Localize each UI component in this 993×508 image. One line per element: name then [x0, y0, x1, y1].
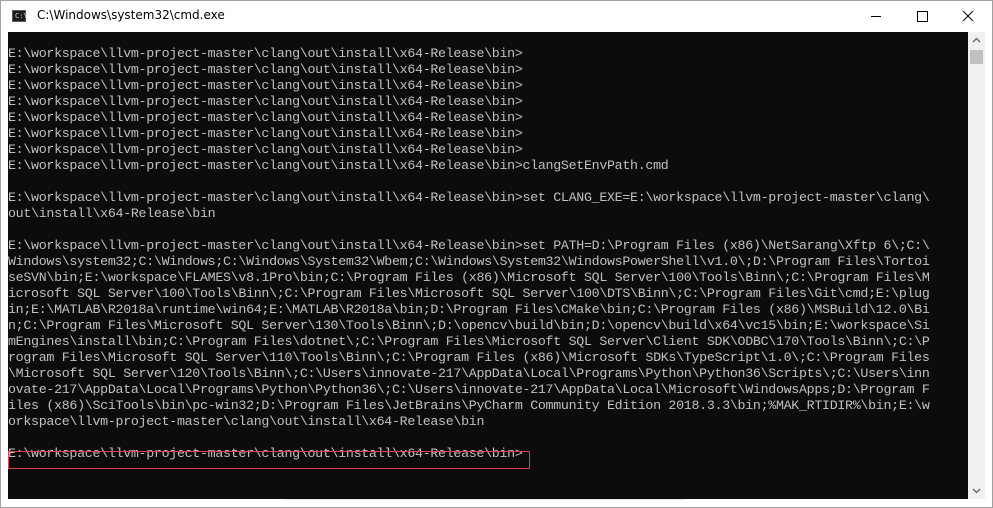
console-line: E:\workspace\llvm-project-master\clang\o… [8, 190, 930, 205]
console-line: E:\workspace\llvm-project-master\clang\o… [8, 126, 523, 141]
chevron-down-icon [972, 488, 981, 494]
cmd-window: C:\ C:\Windows\system32\cmd.exe E:\works… [0, 0, 993, 508]
minimize-button[interactable] [853, 1, 899, 32]
highlight-box [8, 451, 530, 469]
console-line: E:\workspace\llvm-project-master\clang\o… [8, 110, 523, 125]
console-line: \Microsoft SQL Server\120\Tools\Binn\;C:… [8, 366, 930, 381]
window-title: C:\Windows\system32\cmd.exe [37, 8, 225, 22]
console-line: E:\workspace\llvm-project-master\clang\o… [8, 62, 523, 77]
vertical-scrollbar[interactable] [968, 32, 985, 499]
console-line: rogram Files\Microsoft SQL Server\110\To… [8, 350, 930, 365]
console-line: E:\workspace\llvm-project-master\clang\o… [8, 238, 930, 253]
console-line: E:\workspace\llvm-project-master\clang\o… [8, 94, 523, 109]
window-bottom-border [1, 499, 992, 507]
minimize-icon [871, 16, 881, 17]
maximize-button[interactable] [899, 1, 945, 32]
close-icon [962, 10, 974, 22]
close-button[interactable] [945, 1, 991, 32]
scroll-thumb[interactable] [970, 50, 983, 64]
chevron-up-icon [972, 37, 981, 43]
console-line: E:\workspace\llvm-project-master\clang\o… [8, 46, 523, 61]
console-line: Windows\system32;C:\Windows;C:\Windows\S… [8, 254, 930, 269]
console-line: E:\workspace\llvm-project-master\clang\o… [8, 142, 523, 157]
console-line: E:\workspace\llvm-project-master\clang\o… [8, 78, 523, 93]
console-line: orkspace\llvm-project-master\clang\out\i… [8, 414, 485, 429]
console-line: in;E:\MATLAB\R2018a\runtime\win64;E:\MAT… [8, 302, 930, 317]
console-line: ovate-217\AppData\Local\Programs\Python\… [8, 382, 930, 397]
console-line: E:\workspace\llvm-project-master\clang\o… [8, 158, 669, 173]
console-line: mEngines\install\bin;C:\Program Files\do… [8, 334, 930, 349]
console-line: n;C:\Program Files\Microsoft SQL Server\… [8, 318, 930, 333]
console-output[interactable]: E:\workspace\llvm-project-master\clang\o… [8, 32, 968, 499]
console-line: out\install\x64-Release\bin [8, 206, 216, 221]
console-text: E:\workspace\llvm-project-master\clang\o… [8, 46, 930, 462]
title-bar[interactable]: C:\ C:\Windows\system32\cmd.exe [1, 1, 992, 32]
console-line: seSVN\bin;E:\workspace\FLAMES\v8.1Pro\bi… [8, 270, 930, 285]
bottom-divider [285, 499, 685, 507]
cmd-icon[interactable]: C:\ [12, 10, 28, 22]
console-line: iles (x86)\SciTools\bin\pc-win32;D:\Prog… [8, 398, 930, 413]
scroll-up-button[interactable] [968, 32, 985, 49]
console-line: icrosoft SQL Server\100\Tools\Binn\;C:\P… [8, 286, 930, 301]
maximize-icon [917, 11, 928, 22]
scroll-down-button[interactable] [968, 482, 985, 499]
